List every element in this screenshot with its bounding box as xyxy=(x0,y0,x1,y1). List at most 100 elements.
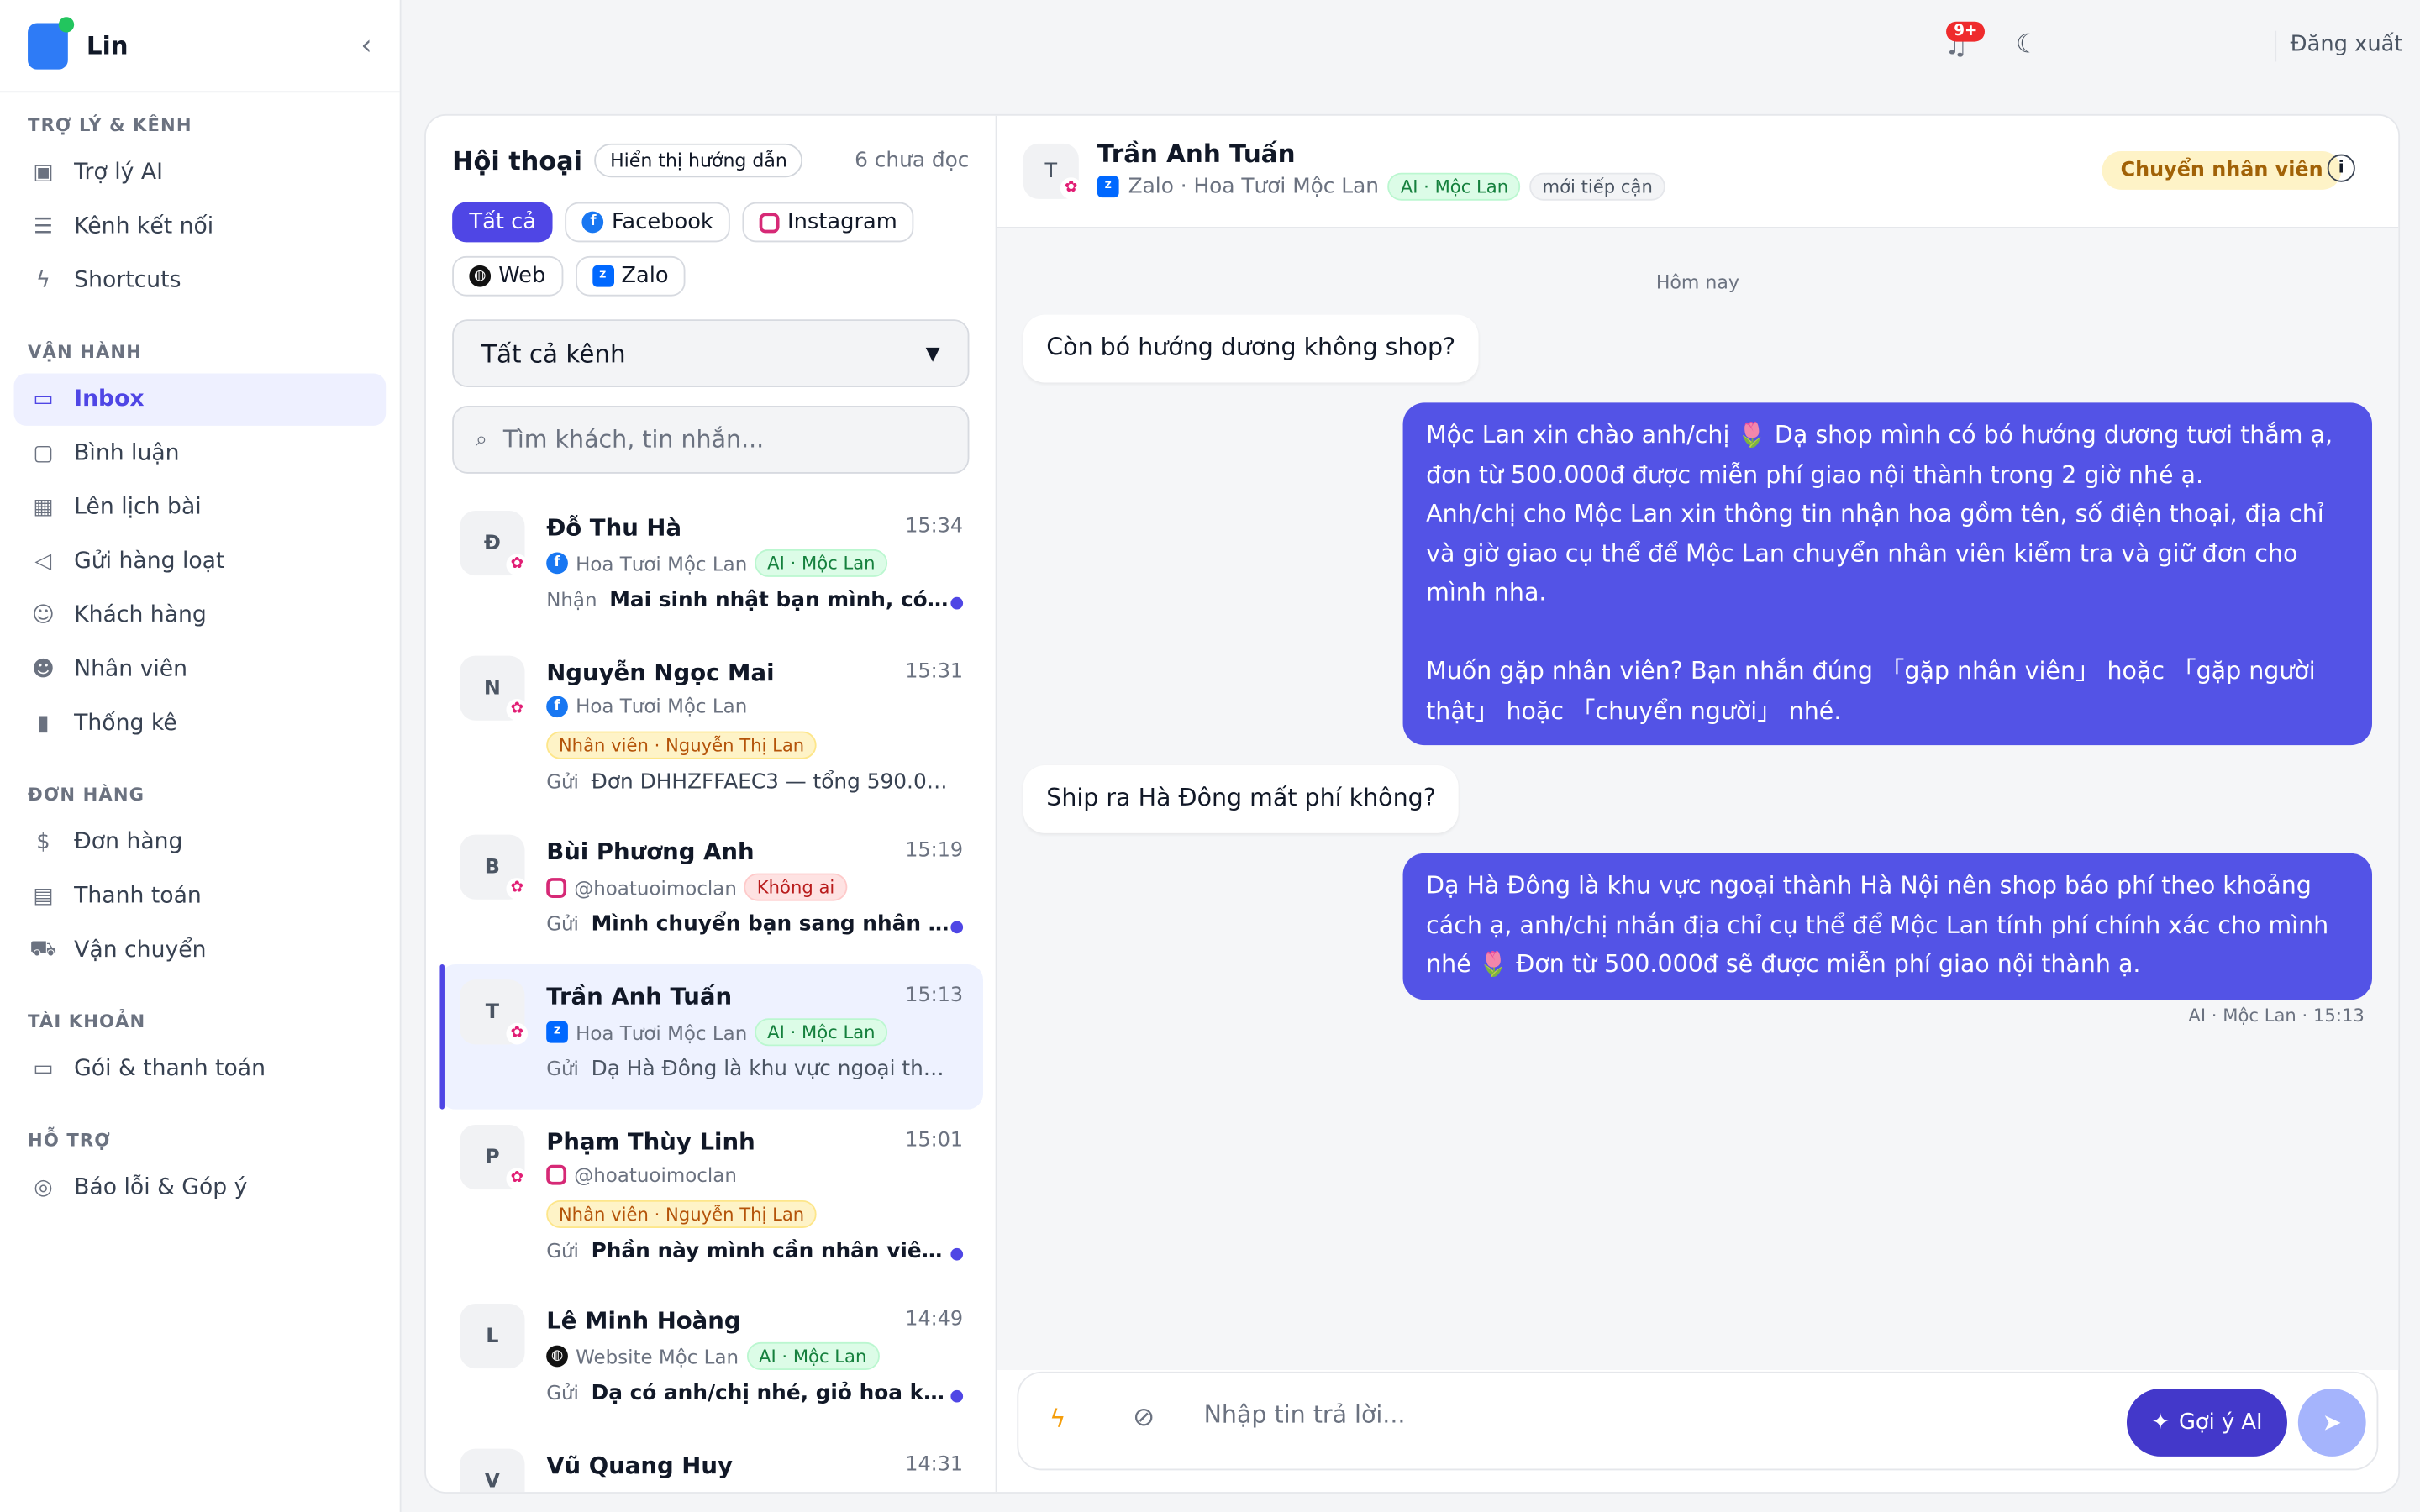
flower-icon: ✿ xyxy=(506,554,529,576)
nav-shipping[interactable]: ⛟ Vận chuyển xyxy=(14,924,387,976)
flower-icon: ✿ xyxy=(506,1168,529,1190)
conversation-list-pane: Hội thoại Hiển thị hướng dẫn 6 chưa đọc … xyxy=(426,115,997,1493)
conversation-row[interactable]: B ✿ Bùi Phương Anh 15:19 @hoatuoimoclan K… xyxy=(439,819,983,964)
info-icon[interactable]: i xyxy=(2327,154,2355,182)
filter-web[interactable]: ◍ Web xyxy=(452,255,563,297)
zalo-icon: Z xyxy=(546,1021,568,1043)
moon-icon[interactable]: ☾ xyxy=(2016,29,2039,60)
wallet-icon: ▤ xyxy=(33,884,54,909)
tag-row: Nhân viên · Nguyễn Thị Lan xyxy=(546,731,817,759)
collapse-sidebar-icon[interactable]: ‹ xyxy=(360,29,371,62)
nav-plans[interactable]: ▭ Gói & thanh toán xyxy=(14,1043,387,1095)
nav-inbox[interactable]: ▭ Inbox xyxy=(13,373,387,426)
credit-card-icon: ▭ xyxy=(33,1057,54,1082)
conversation-header: Hội thoại Hiển thị hướng dẫn 6 chưa đọc xyxy=(452,143,969,178)
reply-input[interactable] xyxy=(1203,1400,2069,1429)
nav-stats[interactable]: ▮ Thống kê xyxy=(14,697,387,749)
message-square-icon: ☰ xyxy=(33,214,53,239)
timestamp: 15:13 xyxy=(905,984,964,1008)
truck-icon: ⛟ xyxy=(29,936,57,962)
topbar: ♫ 9+ ☾ Đăng xuất xyxy=(401,0,2420,93)
facebook-icon: f xyxy=(546,695,568,717)
channel-filter: Tất cả f Facebook Instagram ◍ Web Z Zalo xyxy=(452,202,976,297)
brand: Lin ‹ xyxy=(0,0,400,93)
flower-icon: ✿ xyxy=(506,1022,529,1045)
message-incoming: Ship ra Hà Đông mất phí không? xyxy=(1023,765,1460,832)
filter-facebook[interactable]: f Facebook xyxy=(565,202,731,243)
conversation-list: Đ ✿ Đỗ Thu Hà 15:34 f Hoa Tươi Mộc Lan AI … xyxy=(426,496,997,1493)
conversation-row[interactable]: P ✿ Phạm Thùy Linh 15:01 @hoatuoimoclan … xyxy=(439,1110,983,1289)
unread-dot xyxy=(950,1247,964,1261)
nav-shortcuts[interactable]: ϟ Shortcuts xyxy=(14,255,387,307)
inbox-panel: Hội thoại Hiển thị hướng dẫn 6 chưa đọc … xyxy=(424,113,2401,1494)
customer-name: Đỗ Thu Hà xyxy=(546,513,682,542)
channel-select[interactable]: Tất cả kênh ▼ xyxy=(452,319,970,388)
unread-dot xyxy=(950,1389,964,1403)
search-box: ⌕ xyxy=(452,406,970,474)
send-button[interactable]: ➤ xyxy=(2297,1389,2366,1457)
ai-badge: AI · Mộc Lan xyxy=(1388,172,1521,201)
timestamp: 15:01 xyxy=(905,1129,964,1153)
conversation-row[interactable]: N ✿ Nguyễn Ngọc Mai 15:31 f Hoa Tươi Mộc … xyxy=(439,640,983,819)
nav-feedback[interactable]: ◎ Báo lỗi & Góp ý xyxy=(14,1162,387,1214)
lifebuoy-icon: ◎ xyxy=(34,1175,53,1200)
nav-channels[interactable]: ☰ Kênh kết nối xyxy=(14,201,387,253)
conversation-title: Hội thoại xyxy=(452,145,583,176)
message-preview: NhậnMai sinh nhật bạn mình, có mẫ... xyxy=(546,587,955,613)
search-input[interactable] xyxy=(502,425,905,454)
zalo-icon: Z xyxy=(1097,176,1119,198)
nav-payments[interactable]: ▤ Thanh toán xyxy=(14,870,387,922)
stage-badge: mới tiếp cận xyxy=(1529,172,1665,201)
day-separator: Hôm nay xyxy=(1655,271,1739,293)
avatar: L xyxy=(460,1304,525,1369)
status-badge: AI · Mộc Lan xyxy=(755,549,888,577)
timestamp: 15:19 xyxy=(905,839,964,863)
sidebar: Lin ‹ TRỢ LÝ & KÊNH ▣ Trợ lý AI ☰ Kênh kết… xyxy=(0,0,402,1512)
customer-name: Lê Minh Hoàng xyxy=(546,1306,741,1335)
filter-instagram[interactable]: Instagram xyxy=(742,202,915,243)
timestamp: 14:49 xyxy=(905,1308,964,1332)
logout-button[interactable]: Đăng xuất xyxy=(2291,33,2403,57)
bolt-icon[interactable]: ϟ xyxy=(1050,1404,1065,1433)
user-plus-icon: ☻ xyxy=(31,657,55,682)
filter-all[interactable]: Tất cả xyxy=(452,202,554,243)
robot-icon: ▣ xyxy=(33,160,54,186)
status-badge: AI · Mộc Lan xyxy=(746,1341,880,1370)
show-guide-button[interactable]: Hiển thị hướng dẫn xyxy=(594,143,803,178)
unread-dot xyxy=(950,596,964,610)
nav-schedule[interactable]: ▦ Lên lịch bài xyxy=(14,481,387,533)
channel-meta: @hoatuoimoclan Không ai xyxy=(546,873,847,901)
conversation-row[interactable]: L Lê Minh Hoàng 14:49 ◍ Website Mộc Lan AI… xyxy=(439,1289,983,1434)
nav-broadcast[interactable]: ◁ Gửi hàng loạt xyxy=(14,535,387,587)
nav-ai-assistant[interactable]: ▣ Trợ lý AI xyxy=(14,146,387,198)
channel-meta: f Hoa Tươi Mộc Lan xyxy=(546,695,747,717)
conversation-row[interactable]: Đ ✿ Đỗ Thu Hà 15:34 f Hoa Tươi Mộc Lan AI … xyxy=(439,496,983,641)
customer-name: Phạm Thùy Linh xyxy=(546,1127,755,1156)
nav-customers[interactable]: ☺ Khách hàng xyxy=(14,590,387,642)
message-preview: GửiMình chuyển bạn sang nhân viên... xyxy=(546,911,955,937)
instagram-icon xyxy=(546,1164,567,1185)
nav-staff[interactable]: ☻ Nhân viên xyxy=(14,643,387,696)
filter-zalo[interactable]: Z Zalo xyxy=(575,255,686,297)
nav-comments[interactable]: ▢ Bình luận xyxy=(14,428,387,480)
status-badge: Không ai xyxy=(744,873,847,901)
users-icon: ☺ xyxy=(31,603,55,628)
instagram-icon xyxy=(546,877,567,898)
status-badge: Nhân viên · Nguyễn Thị Lan xyxy=(546,731,817,759)
comment-icon: ▢ xyxy=(33,441,54,466)
conversation-row[interactable]: V Vũ Quang Huy 14:31 xyxy=(439,1433,983,1493)
message-signature: AI · Mộc Lan · 15:13 xyxy=(2188,1004,2365,1026)
ai-suggest-button[interactable]: ✦ Gợi ý AI xyxy=(2126,1389,2287,1457)
notification-badge: 9+ xyxy=(1946,21,1986,42)
customer-name: Bùi Phương Anh xyxy=(546,837,755,866)
chat-meta: Z Zalo · Hoa Tươi Mộc Lan AI · Mộc Lan m… xyxy=(1097,172,1665,201)
bolt-icon: ϟ xyxy=(35,268,50,293)
send-icon: ➤ xyxy=(2322,1408,2342,1436)
status-badge: Nhân viên · Nguyễn Thị Lan xyxy=(546,1200,817,1229)
paperclip-icon[interactable]: ⊘ xyxy=(1133,1403,1155,1434)
conversation-row-active[interactable]: T ✿ Trần Anh Tuấn 15:13 Z Hoa Tươi Mộc La… xyxy=(439,963,983,1110)
bar-chart-icon: ▮ xyxy=(37,711,50,737)
nav-orders[interactable]: $ Đơn hàng xyxy=(14,816,387,869)
transfer-to-staff-button[interactable]: Chuyển nhân viên xyxy=(2102,150,2342,190)
section-title: ĐƠN HÀNG xyxy=(28,784,145,806)
